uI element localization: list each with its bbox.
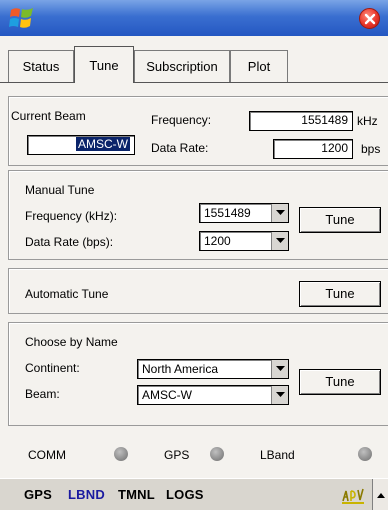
current-beam-label: Current Beam xyxy=(11,109,86,123)
current-beam-field: AMSC-W xyxy=(27,135,135,155)
tab-status[interactable]: Status xyxy=(8,50,74,82)
menu-lbnd[interactable]: LBND xyxy=(68,487,105,502)
close-icon xyxy=(364,13,376,25)
bottom-menu-bar: GPS LBND TMNL LOGS xyxy=(0,478,388,510)
menu-logs[interactable]: LOGS xyxy=(166,487,204,502)
manual-data-rate-label: Data Rate (bps): xyxy=(25,235,114,249)
automatic-tune-button[interactable]: Tune xyxy=(299,281,381,307)
manual-tune-section: Manual Tune Frequency (kHz): 1551489 Dat… xyxy=(8,170,388,260)
data-rate-label: Data Rate: xyxy=(151,141,209,155)
continent-label: Continent: xyxy=(25,361,80,375)
gps-label: GPS xyxy=(164,448,190,462)
lband-label: LBand xyxy=(260,448,295,462)
choose-by-name-tune-button[interactable]: Tune xyxy=(299,369,381,395)
tab-plot[interactable]: Plot xyxy=(230,50,288,82)
data-rate-unit: bps xyxy=(361,142,381,156)
scroll-up-button[interactable] xyxy=(372,479,388,510)
keyboard-input-icon[interactable] xyxy=(340,485,366,505)
manual-data-rate-value: 1200 xyxy=(204,234,231,248)
beam-select-value: AMSC-W xyxy=(142,388,192,402)
beam-label: Beam: xyxy=(25,387,60,401)
manual-frequency-label: Frequency (kHz): xyxy=(25,209,118,223)
frequency-label: Frequency: xyxy=(151,113,212,127)
tab-strip: Status Tune Subscription Plot xyxy=(0,36,388,83)
gps-led-icon xyxy=(210,447,224,461)
chevron-down-icon[interactable] xyxy=(271,204,288,222)
close-button[interactable] xyxy=(359,8,380,29)
automatic-tune-section: Automatic Tune Tune xyxy=(8,268,388,314)
comm-label: COMM xyxy=(28,448,66,462)
chevron-up-icon xyxy=(376,492,385,498)
tab-tune[interactable]: Tune xyxy=(74,46,134,83)
choose-by-name-label: Choose by Name xyxy=(25,335,118,349)
lband-led-icon xyxy=(358,447,372,461)
current-frequency-field: 1551489 xyxy=(249,111,353,131)
current-beam-value: AMSC-W xyxy=(76,137,130,151)
chevron-down-icon[interactable] xyxy=(271,360,288,378)
choose-by-name-section: Choose by Name Continent: North America … xyxy=(8,322,388,426)
comm-led-icon xyxy=(114,447,128,461)
windows-flag-icon[interactable] xyxy=(8,5,36,31)
manual-frequency-value: 1551489 xyxy=(204,206,251,220)
beam-select[interactable]: AMSC-W xyxy=(137,385,289,405)
manual-tune-button[interactable]: Tune xyxy=(299,207,381,233)
tab-divider xyxy=(0,82,388,83)
frequency-unit: kHz xyxy=(357,114,378,128)
tab-subscription[interactable]: Subscription xyxy=(134,50,230,82)
menu-gps[interactable]: GPS xyxy=(24,487,52,502)
menu-tmnl[interactable]: TMNL xyxy=(118,487,155,502)
manual-frequency-input[interactable]: 1551489 xyxy=(199,203,289,223)
continent-select[interactable]: North America xyxy=(137,359,289,379)
status-row: COMM GPS LBand xyxy=(0,440,388,470)
title-bar xyxy=(0,0,388,36)
chevron-down-icon[interactable] xyxy=(271,232,288,250)
automatic-tune-label: Automatic Tune xyxy=(25,287,109,301)
continent-value: North America xyxy=(142,362,219,376)
manual-tune-label: Manual Tune xyxy=(25,183,95,197)
manual-data-rate-select[interactable]: 1200 xyxy=(199,231,289,251)
current-beam-section: Current Beam AMSC-W Frequency: 1551489 k… xyxy=(8,96,388,166)
current-data-rate-field: 1200 xyxy=(273,139,353,159)
chevron-down-icon[interactable] xyxy=(271,386,288,404)
